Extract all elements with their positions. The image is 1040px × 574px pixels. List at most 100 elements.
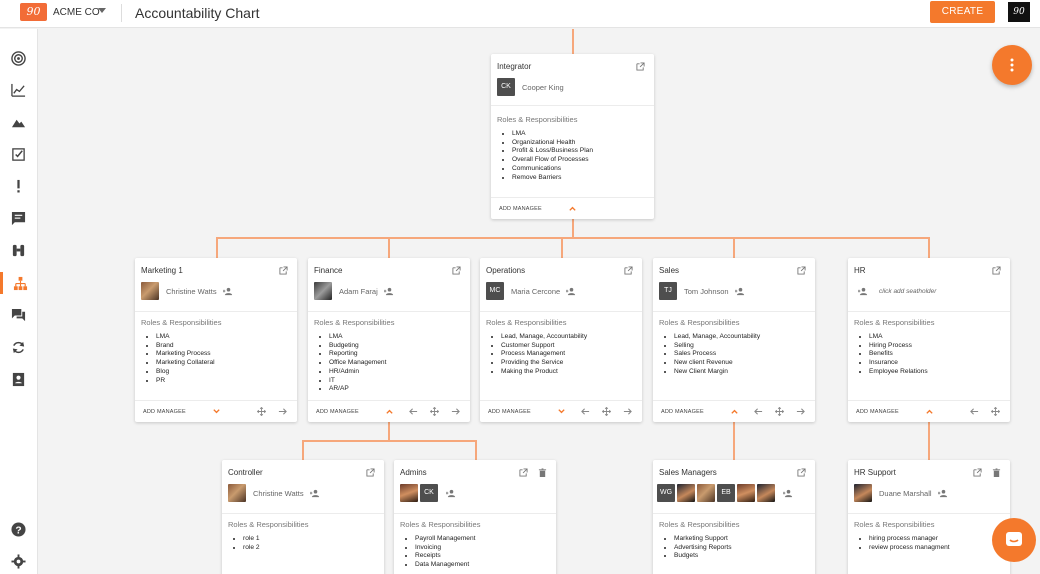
add-managee-button[interactable]: ADD MANAGEE <box>856 409 899 415</box>
move-icon[interactable] <box>602 407 611 416</box>
seat-holder[interactable]: TJ Tom Johnson <box>659 282 746 300</box>
open-external-icon[interactable] <box>366 468 375 477</box>
checkbox-icon[interactable] <box>0 143 37 165</box>
open-external-icon[interactable] <box>624 266 633 275</box>
chat-icon[interactable] <box>0 304 37 326</box>
connector-line <box>302 440 476 442</box>
arrow-left-icon[interactable] <box>409 407 418 416</box>
add-managee-button[interactable]: ADD MANAGEE <box>488 409 531 415</box>
support-chat-button[interactable] <box>992 518 1036 562</box>
roles-heading: Roles & Responsibilities <box>486 318 567 327</box>
seat-holders[interactable]: CK <box>400 484 457 502</box>
add-person-icon[interactable] <box>309 489 321 498</box>
chevron-up-icon[interactable] <box>730 407 739 416</box>
roles-list: hiring process manager review process ma… <box>862 535 950 552</box>
company-logo[interactable]: 90 <box>20 3 47 21</box>
seat-holder-empty[interactable]: click add seatholder <box>854 282 936 300</box>
add-seatholder-placeholder[interactable]: click add seatholder <box>879 288 936 295</box>
trash-icon[interactable] <box>538 468 547 477</box>
arrow-right-icon[interactable] <box>796 407 805 416</box>
seat-card-controller[interactable]: Controller Christine Watts Roles & Respo… <box>222 460 384 574</box>
move-icon[interactable] <box>775 407 784 416</box>
add-managee-button[interactable]: ADD MANAGEE <box>143 409 186 415</box>
open-external-icon[interactable] <box>992 266 1001 275</box>
seat-holder[interactable]: Christine Watts <box>141 282 234 300</box>
arrow-left-icon[interactable] <box>754 407 763 416</box>
chevron-up-icon[interactable] <box>568 204 577 213</box>
add-person-icon[interactable] <box>858 287 869 296</box>
role-item: Payroll Management <box>415 535 475 544</box>
open-external-icon[interactable] <box>797 266 806 275</box>
move-icon[interactable] <box>991 407 1000 416</box>
seat-card-operations[interactable]: Operations MC Maria Cercone Roles & Resp… <box>480 258 642 422</box>
add-person-icon[interactable] <box>383 287 395 296</box>
add-person-icon[interactable] <box>783 489 794 498</box>
add-person-icon[interactable] <box>446 489 457 498</box>
chevron-up-icon[interactable] <box>385 407 394 416</box>
connector-line <box>388 422 390 440</box>
seat-title: HR <box>854 266 866 275</box>
add-managee-button[interactable]: ADD MANAGEE <box>661 409 704 415</box>
add-person-icon[interactable] <box>222 287 234 296</box>
org-chart-icon[interactable] <box>0 272 37 294</box>
caret-down-icon[interactable] <box>98 8 106 13</box>
chevron-up-icon[interactable] <box>925 407 934 416</box>
seat-card-hr[interactable]: HR click add seatholder Roles & Responsi… <box>848 258 1010 422</box>
trash-icon[interactable] <box>992 468 1001 477</box>
exclamation-icon[interactable] <box>0 175 37 197</box>
open-external-icon[interactable] <box>519 468 528 477</box>
create-button[interactable]: CREATE <box>930 1 995 23</box>
mountain-icon[interactable] <box>0 111 37 133</box>
seat-holder[interactable]: CK Cooper King <box>497 78 564 96</box>
line-chart-icon[interactable] <box>0 79 37 101</box>
open-external-icon[interactable] <box>636 62 645 71</box>
seat-holder[interactable]: Adam Faraj <box>314 282 395 300</box>
add-person-icon[interactable] <box>937 489 949 498</box>
seat-holders[interactable]: WG EB <box>657 484 794 502</box>
seat-holder[interactable]: Christine Watts <box>228 484 321 502</box>
add-managee-button[interactable]: ADD MANAGEE <box>499 206 542 212</box>
add-person-icon[interactable] <box>734 287 746 296</box>
user-avatar[interactable]: 90 <box>1008 2 1030 22</box>
arrow-right-icon[interactable] <box>623 407 632 416</box>
sync-icon[interactable] <box>0 336 37 358</box>
company-selector[interactable]: ACME CO <box>53 7 100 18</box>
seat-card-hr-support[interactable]: HR Support Duane Marshall Roles & Respon… <box>848 460 1010 574</box>
more-actions-button[interactable] <box>992 45 1032 85</box>
binoculars-icon[interactable] <box>0 239 37 261</box>
add-managee-button[interactable]: ADD MANAGEE <box>316 409 359 415</box>
chevron-down-icon[interactable] <box>212 407 221 416</box>
move-icon[interactable] <box>430 407 439 416</box>
seat-card-sales[interactable]: Sales TJ Tom Johnson Roles & Responsibil… <box>653 258 815 422</box>
help-icon[interactable]: ? <box>0 518 37 540</box>
seat-card-marketing[interactable]: Marketing 1 Christine Watts Roles & Resp… <box>135 258 297 422</box>
settings-icon[interactable] <box>0 550 37 572</box>
arrow-left-icon[interactable] <box>581 407 590 416</box>
open-external-icon[interactable] <box>279 266 288 275</box>
roles-heading: Roles & Responsibilities <box>314 318 395 327</box>
contact-card-icon[interactable] <box>0 368 37 390</box>
seat-card-sales-managers[interactable]: Sales Managers WG EB Roles & Responsibil… <box>653 460 815 574</box>
add-person-icon[interactable] <box>566 287 577 296</box>
arrow-right-icon[interactable] <box>451 407 460 416</box>
seat-holder[interactable]: MC Maria Cercone <box>486 282 577 300</box>
move-icon[interactable] <box>257 407 266 416</box>
role-item: Budgeting <box>329 342 386 351</box>
card-divider <box>848 513 1010 514</box>
open-external-icon[interactable] <box>797 468 806 477</box>
role-item: Hiring Process <box>869 342 928 351</box>
arrow-right-icon[interactable] <box>278 407 287 416</box>
open-external-icon[interactable] <box>452 266 461 275</box>
seat-holder[interactable]: Duane Marshall <box>854 484 949 502</box>
open-external-icon[interactable] <box>973 468 982 477</box>
role-item: Lead, Manage, Accountability <box>501 333 587 342</box>
seat-card-admins[interactable]: Admins CK Roles & Responsibilities Payro… <box>394 460 556 574</box>
arrow-left-icon[interactable] <box>970 407 979 416</box>
connector-line <box>733 237 735 258</box>
target-icon[interactable] <box>0 47 37 69</box>
list-feedback-icon[interactable] <box>0 207 37 229</box>
person-name: Christine Watts <box>166 286 217 296</box>
seat-card-integrator[interactable]: Integrator CK Cooper King Roles & Respon… <box>491 54 654 219</box>
chevron-down-icon[interactable] <box>557 407 566 416</box>
seat-card-finance[interactable]: Finance Adam Faraj Roles & Responsibilit… <box>308 258 470 422</box>
